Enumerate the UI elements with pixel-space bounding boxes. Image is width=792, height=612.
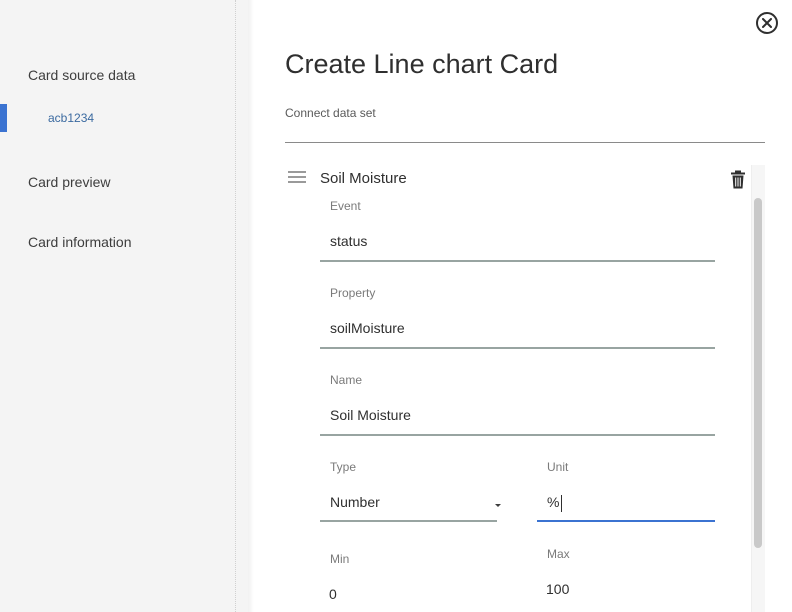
- sidebar-item-card-information[interactable]: Card information: [28, 234, 132, 250]
- unit-field[interactable]: [537, 483, 715, 523]
- dataset-title: Soil Moisture: [320, 170, 407, 187]
- min-value: 0: [329, 586, 337, 602]
- max-value: 100: [546, 581, 570, 597]
- property-value: soilMoisture: [330, 320, 405, 336]
- name-underline: [320, 434, 715, 436]
- name-label: Name: [330, 373, 363, 387]
- page-title: Create Line chart Card: [285, 49, 559, 79]
- max-label: Max: [547, 547, 570, 561]
- event-field[interactable]: [320, 222, 715, 262]
- sidebar-shadow: [248, 0, 254, 612]
- sidebar-active-indicator: [0, 104, 7, 132]
- sidebar-divider: [235, 0, 236, 612]
- type-value: Number: [330, 494, 380, 510]
- drag-handle-icon[interactable]: [288, 171, 306, 185]
- close-icon[interactable]: [756, 12, 778, 34]
- type-label: Type: [330, 460, 357, 474]
- property-underline: [320, 347, 715, 349]
- section-subtitle: Connect data set: [285, 106, 376, 120]
- section-divider: [285, 142, 765, 143]
- property-label: Property: [330, 286, 376, 300]
- min-field[interactable]: [320, 575, 497, 612]
- sidebar: [0, 0, 248, 612]
- scrollbar-thumb[interactable]: [754, 198, 762, 548]
- sidebar-item-card-source-data[interactable]: Card source data: [28, 67, 135, 83]
- event-value: status: [330, 233, 368, 249]
- event-label: Event: [330, 199, 361, 213]
- trash-icon[interactable]: [730, 170, 746, 189]
- event-underline: [320, 260, 715, 262]
- type-underline: [320, 520, 497, 522]
- name-value: Soil Moisture: [330, 407, 411, 423]
- min-label: Min: [330, 552, 350, 566]
- unit-value: %: [547, 494, 560, 510]
- caret-down-icon[interactable]: [495, 504, 501, 507]
- unit-underline: [537, 520, 715, 522]
- sidebar-subitem-acb1234[interactable]: acb1234: [48, 111, 94, 125]
- sidebar-item-card-preview[interactable]: Card preview: [28, 174, 110, 190]
- text-cursor: [561, 495, 562, 512]
- unit-label: Unit: [547, 460, 569, 474]
